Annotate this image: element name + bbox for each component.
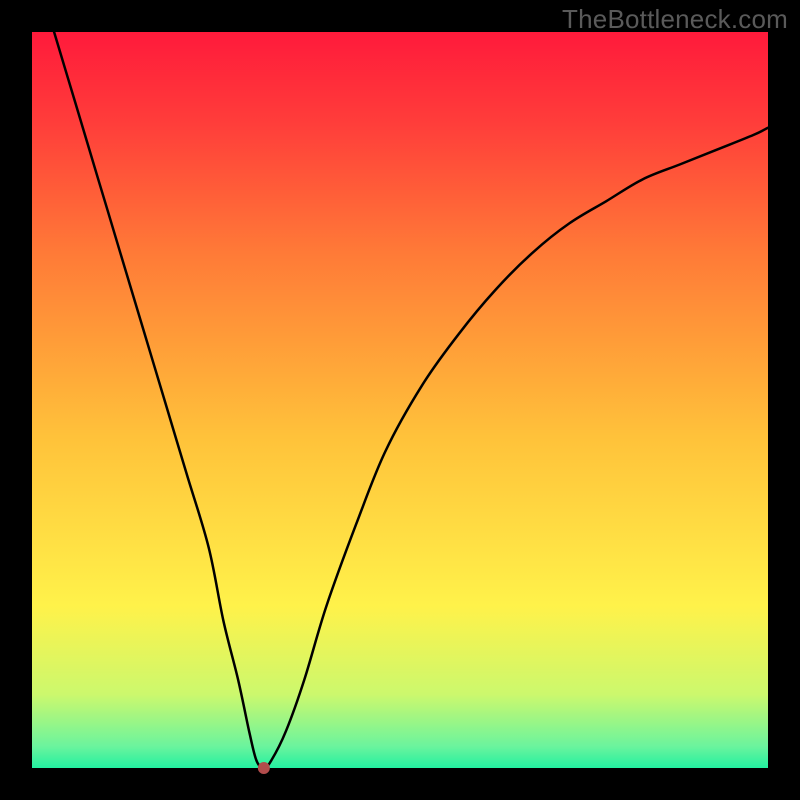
- chart-wrap: TheBottleneck.com: [0, 0, 800, 800]
- valley-marker: [258, 762, 270, 774]
- watermark-label: TheBottleneck.com: [562, 4, 788, 35]
- chart-svg: [0, 0, 800, 800]
- plot-area: [32, 32, 768, 768]
